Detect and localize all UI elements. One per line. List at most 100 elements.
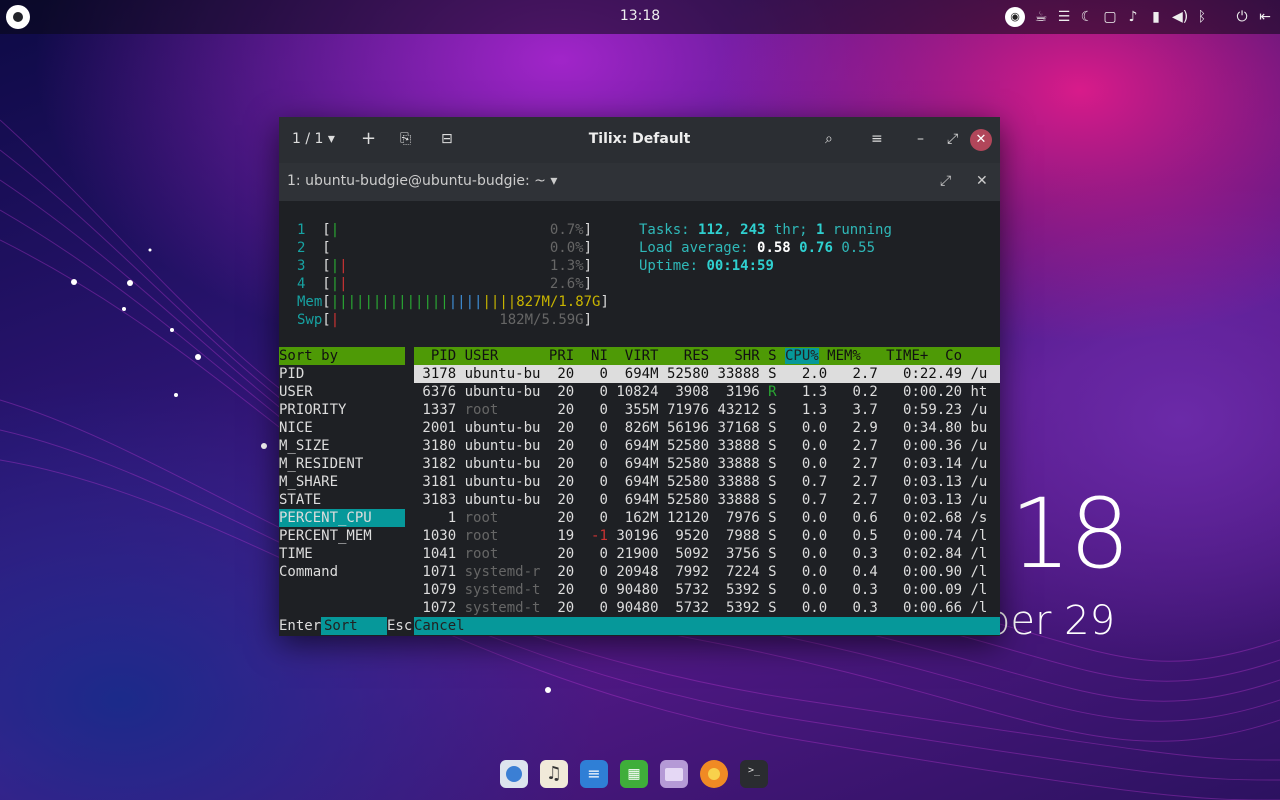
volume-icon[interactable]: ◀): [1172, 8, 1188, 26]
col-virt[interactable]: VIRT: [625, 348, 659, 364]
maximize-terminal-icon[interactable]: ⤢: [940, 173, 951, 189]
cell: 2.0: [785, 366, 828, 382]
cell: systemd-r: [464, 564, 541, 580]
sort-option[interactable]: M_RESIDENT: [279, 455, 405, 473]
table-row[interactable]: 2001 ubuntu-bu 20 0 826M 56196 37168 S 0…: [414, 419, 1000, 437]
sort-option[interactable]: TIME: [279, 545, 405, 563]
cell: 90480: [616, 582, 659, 598]
col-command[interactable]: Co: [945, 348, 962, 364]
sort-option[interactable]: M_SHARE: [279, 473, 405, 491]
col-s[interactable]: S: [768, 348, 776, 364]
cell: 1071: [414, 564, 457, 580]
night-light-icon[interactable]: ☾: [1080, 8, 1094, 26]
cell: 33888: [717, 366, 760, 382]
cell: 694M: [616, 474, 659, 490]
files-icon[interactable]: [660, 760, 688, 788]
maximize-icon[interactable]: ⤢: [947, 131, 958, 147]
folder-icon[interactable]: ▢: [1103, 8, 1117, 26]
notification-icon[interactable]: ♪: [1126, 8, 1140, 26]
col-mem[interactable]: MEM%: [827, 348, 861, 364]
col-ni[interactable]: NI: [591, 348, 608, 364]
sort-action[interactable]: Sort: [324, 617, 387, 635]
sort-option[interactable]: PERCENT_CPU: [279, 509, 405, 527]
minimize-icon[interactable]: –: [917, 131, 924, 147]
terminal-icon[interactable]: >_: [740, 760, 768, 788]
table-row[interactable]: 3178 ubuntu-bu 20 0 694M 52580 33888 S 2…: [414, 365, 1000, 383]
table-row[interactable]: 1 root 20 0 162M 12120 7976 S 0.0 0.6 0:…: [414, 509, 1000, 527]
cell: 355M: [616, 402, 659, 418]
table-row[interactable]: 3182 ubuntu-bu 20 0 694M 52580 33888 S 0…: [414, 455, 1000, 473]
text-editor-icon[interactable]: ≡: [580, 760, 608, 788]
cancel-action[interactable]: Cancel: [414, 617, 465, 635]
logout-icon[interactable]: ⇤: [1258, 8, 1272, 26]
app-indicator-icon[interactable]: ◉: [1005, 7, 1025, 27]
cell: 0: [582, 546, 608, 562]
cell: 0:02.68: [886, 510, 963, 526]
titlebar: 1 / 1 ▾ + ⎘ ⊟ Tilix: Default ⌕ ≡ – ⤢ ✕: [279, 117, 1000, 163]
cell: bu: [970, 420, 988, 436]
col-res[interactable]: RES: [684, 348, 709, 364]
cell: 0: [582, 564, 608, 580]
close-window-icon[interactable]: ✕: [970, 129, 992, 151]
close-terminal-icon[interactable]: ✕: [976, 173, 988, 189]
cell: 1030: [414, 528, 457, 544]
cell: 7976: [717, 510, 760, 526]
chevron-down-icon: ▾: [550, 173, 558, 189]
table-row[interactable]: 3183 ubuntu-bu 20 0 694M 52580 33888 S 0…: [414, 491, 1000, 509]
table-row[interactable]: 3180 ubuntu-bu 20 0 694M 52580 33888 S 0…: [414, 437, 1000, 455]
music-icon[interactable]: ♫: [540, 760, 568, 788]
app-grid-icon[interactable]: [500, 760, 528, 788]
system-tray: ◉ ☕ ☰ ☾ ▢ ♪ ▮ ◀) ᛒ ⏻ ⇤: [1005, 7, 1272, 27]
table-row[interactable]: 1072 systemd-t 20 0 90480 5732 5392 S 0.…: [414, 599, 1000, 617]
bluetooth-icon[interactable]: ᛒ: [1195, 8, 1209, 26]
table-row[interactable]: 1030 root 19 -1 30196 9520 7988 S 0.0 0.…: [414, 527, 1000, 545]
hamburger-menu-icon[interactable]: ≡: [871, 131, 883, 147]
col-time[interactable]: TIME+: [886, 348, 928, 364]
cell: 20: [548, 492, 575, 508]
sort-option[interactable]: PERCENT_MEM: [279, 527, 405, 545]
terminal-content[interactable]: 1 [| 0.7%] 2 [ 0.0%] 3 [|| 1.3%] 4 [|| 2…: [279, 201, 1000, 636]
col-shr[interactable]: SHR: [734, 348, 759, 364]
sort-option[interactable]: USER: [279, 383, 405, 401]
esc-key-label: Esc: [387, 617, 414, 635]
sort-option[interactable]: Command: [279, 563, 405, 581]
sort-option[interactable]: STATE: [279, 491, 405, 509]
table-row[interactable]: 1079 systemd-t 20 0 90480 5732 5392 S 0.…: [414, 581, 1000, 599]
col-cpu[interactable]: CPU%: [784, 348, 819, 364]
cpu-meter: 4 [|| 2.6%]: [297, 276, 593, 292]
firefox-icon[interactable]: [700, 760, 728, 788]
cell: 0: [582, 474, 608, 490]
table-row[interactable]: 6376 ubuntu-bu 20 0 10824 3908 3196 R 1.…: [414, 383, 1000, 401]
power-icon[interactable]: ⏻: [1235, 8, 1249, 26]
sort-option[interactable]: M_SIZE: [279, 437, 405, 455]
caffeine-icon[interactable]: ☕: [1034, 8, 1048, 26]
cell: 1079: [414, 582, 457, 598]
col-pri[interactable]: PRI: [549, 348, 574, 364]
battery-icon[interactable]: ▮: [1149, 8, 1163, 26]
spreadsheet-icon[interactable]: ▦: [620, 760, 648, 788]
table-row[interactable]: 1337 root 20 0 355M 71976 43212 S 1.3 3.…: [414, 401, 1000, 419]
cell: 33888: [717, 474, 760, 490]
search-icon[interactable]: ⌕: [825, 131, 833, 147]
table-row[interactable]: 3181 ubuntu-bu 20 0 694M 52580 33888 S 0…: [414, 473, 1000, 491]
terminal-tab-title[interactable]: 1: ubuntu-budgie@ubuntu-budgie: ~ ▾: [287, 173, 557, 189]
cell: -1: [582, 528, 608, 544]
cell: 2.7: [835, 456, 878, 472]
col-user[interactable]: USER: [465, 348, 541, 364]
terminal-tab-bar: 1: ubuntu-budgie@ubuntu-budgie: ~ ▾ ⤢ ✕: [279, 163, 1000, 201]
window-title: Tilix: Default: [588, 131, 691, 147]
cpu-meter: 1 [| 0.7%]: [297, 222, 593, 238]
table-row[interactable]: 1041 root 20 0 21900 5092 3756 S 0.0 0.3…: [414, 545, 1000, 563]
menu-icon[interactable]: ☰: [1057, 8, 1071, 26]
cell: 3181: [414, 474, 457, 490]
cell: 0.4: [835, 564, 878, 580]
sort-option[interactable]: PRIORITY: [279, 401, 405, 419]
cell: 0: [582, 582, 608, 598]
cell: S: [768, 600, 777, 616]
sort-option[interactable]: PID: [279, 365, 405, 383]
cell: /l: [970, 564, 988, 580]
col-pid[interactable]: PID: [414, 348, 456, 364]
table-row[interactable]: 1071 systemd-r 20 0 20948 7992 7224 S 0.…: [414, 563, 1000, 581]
sort-option[interactable]: NICE: [279, 419, 405, 437]
cell: 0: [582, 510, 608, 526]
